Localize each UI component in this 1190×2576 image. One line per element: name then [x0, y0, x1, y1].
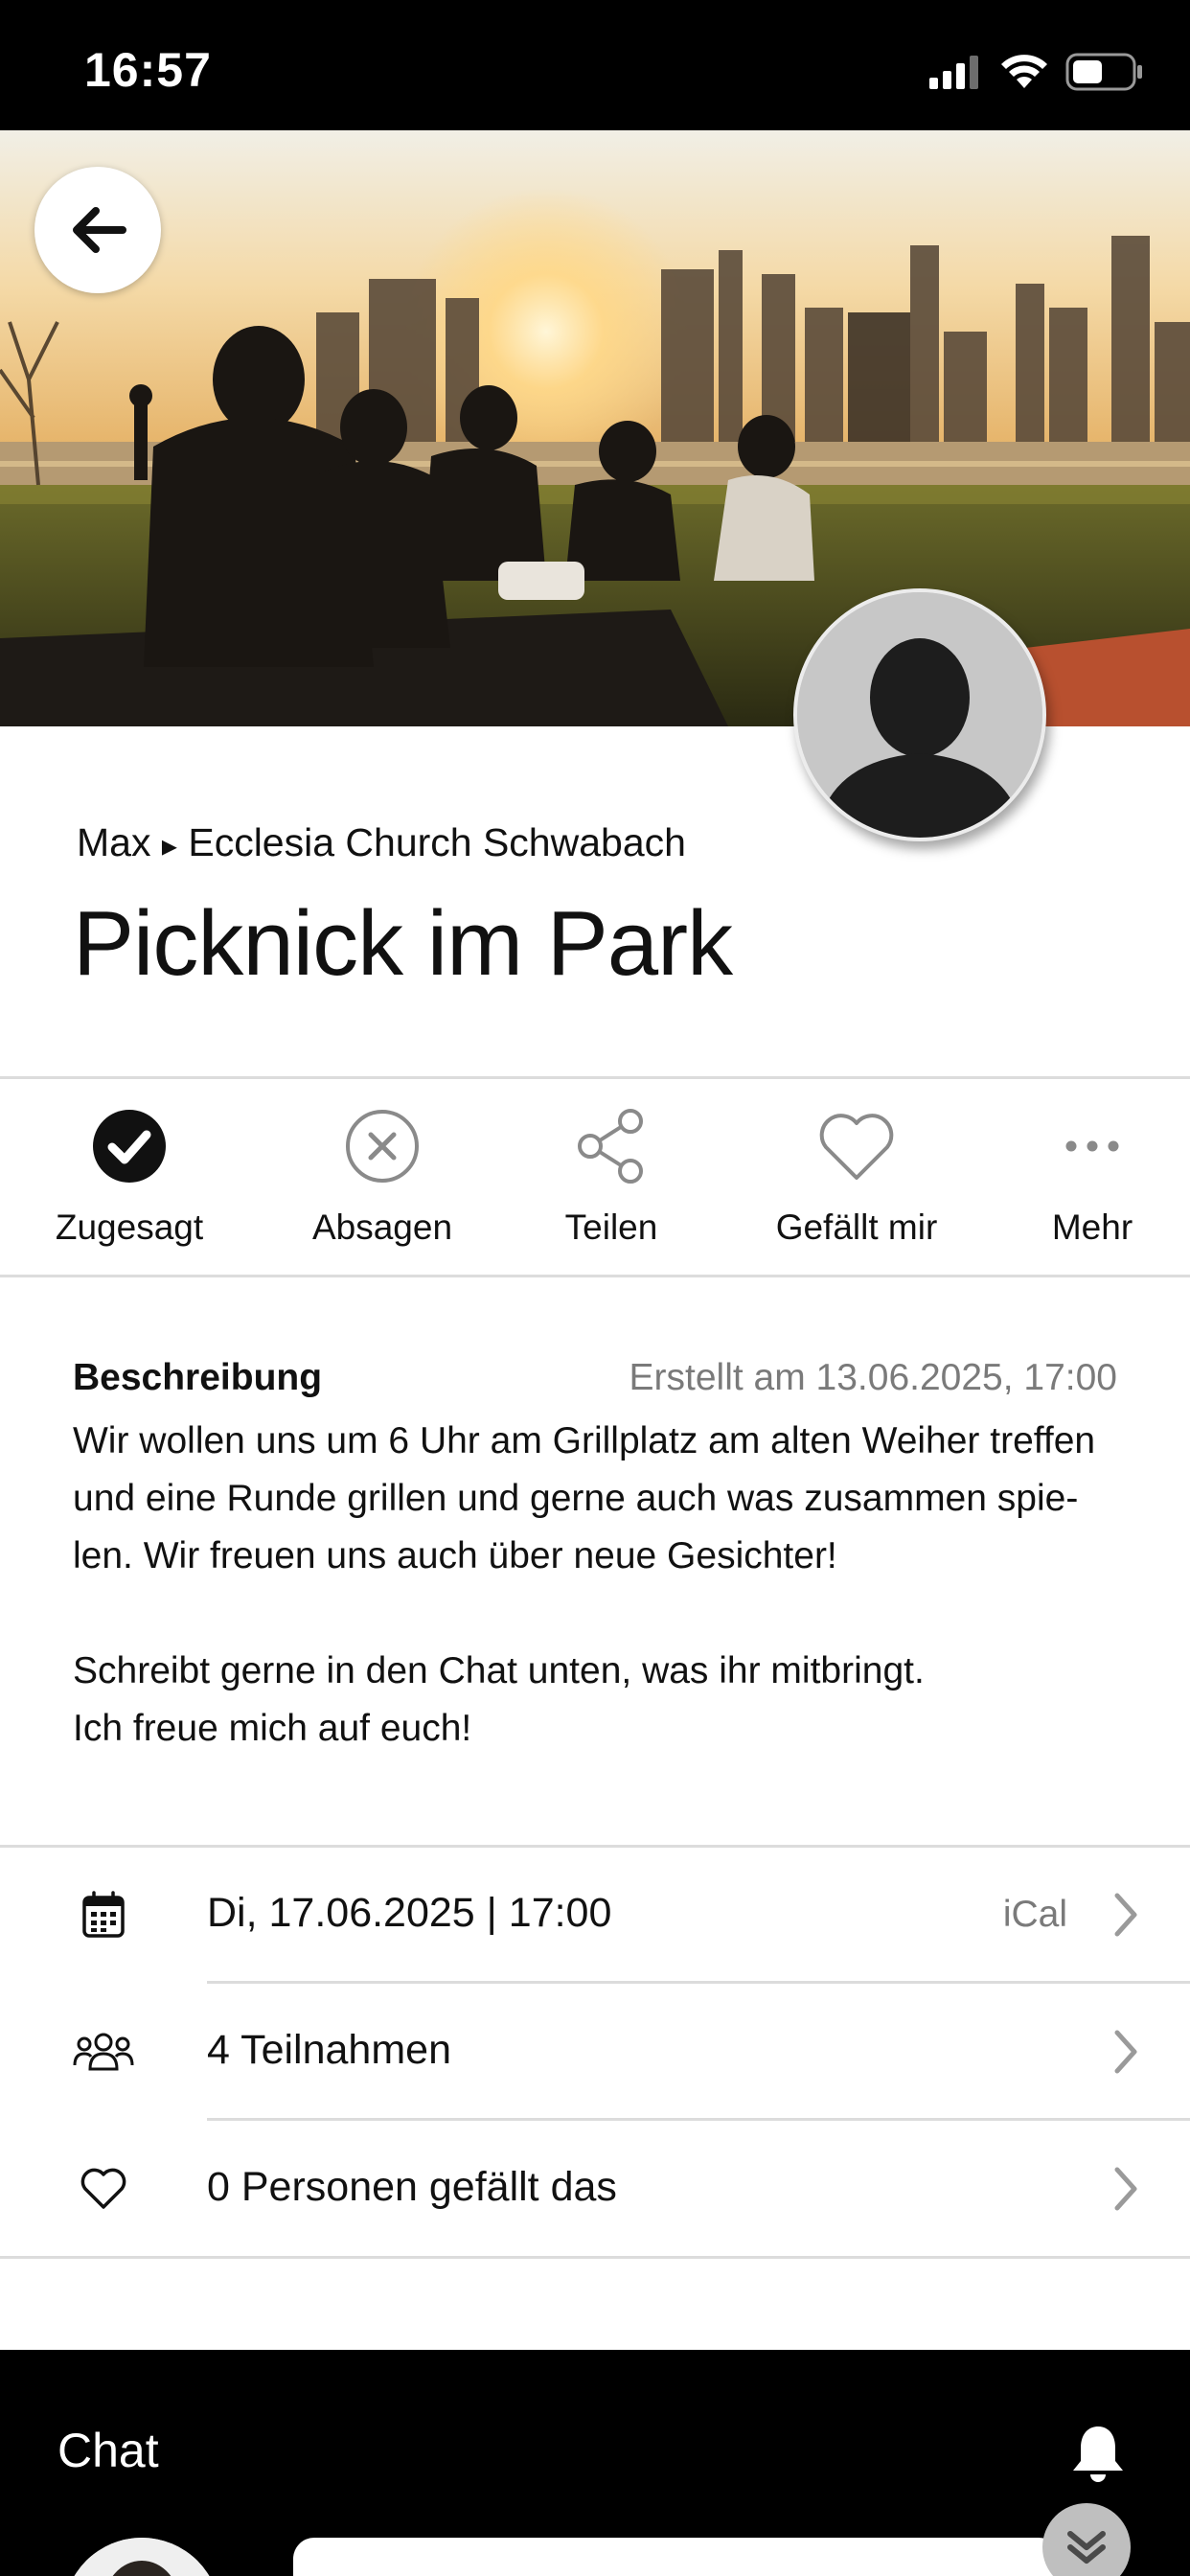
description-line: len. Wir freuen uns auch über neue Gesic… [73, 1535, 837, 1576]
breadcrumb[interactable]: Max ▸ Ecclesia Church Schwabach [77, 820, 686, 865]
divider [0, 2256, 1190, 2259]
divider [0, 1076, 1190, 1079]
heart-outline-icon [80, 2168, 126, 2209]
scroll-to-bottom-button[interactable] [1042, 2503, 1131, 2576]
bell-icon[interactable] [1069, 2423, 1127, 2484]
page-title: Picknick im Park [73, 892, 733, 995]
decline-button[interactable]: Absagen [267, 1102, 497, 1248]
chevron-right-icon [1114, 1893, 1137, 1937]
signal-icon [929, 56, 978, 89]
status-bar: 16:57 [0, 0, 1190, 130]
chat-message-bubble[interactable] [293, 2538, 1060, 2576]
description-heading: Beschreibung [73, 1357, 323, 1398]
people-icon [73, 2033, 134, 2071]
back-button[interactable] [34, 167, 161, 293]
share-icon [578, 1109, 643, 1184]
more-button[interactable]: Mehr [977, 1102, 1190, 1248]
share-label: Teilen [564, 1208, 658, 1247]
row-separator [207, 1981, 1190, 1984]
breadcrumb-author[interactable]: Max [77, 820, 150, 864]
chat-title: Chat [57, 2424, 159, 2477]
chat-message-avatar[interactable] [63, 2538, 220, 2576]
accept-button[interactable]: Zugesagt [14, 1102, 244, 1248]
divider [0, 1275, 1190, 1277]
battery-icon [1065, 53, 1142, 91]
x-circle-icon [346, 1110, 419, 1183]
ical-link[interactable]: iCal [1003, 1894, 1067, 1936]
date-row[interactable]: Di, 17.06.2025 | 17:00 iCal [0, 1848, 1190, 1982]
chevron-right-icon [1114, 2167, 1137, 2211]
status-time: 16:57 [84, 43, 212, 97]
description-line: und eine Runde grillen und gerne auch wa… [73, 1478, 1079, 1519]
arrow-left-icon [73, 207, 126, 253]
person-placeholder-icon [797, 592, 1042, 838]
event-datetime: Di, 17.06.2025 | 17:00 [207, 1890, 612, 1936]
accept-label: Zugesagt [55, 1208, 204, 1247]
more-label: Mehr [1051, 1208, 1133, 1247]
check-circle-icon [93, 1110, 166, 1183]
description-line: Wir wollen uns um 6 Uhr am Grillplatz am… [73, 1420, 1096, 1461]
share-button[interactable]: Teilen [496, 1102, 726, 1248]
status-icons [929, 48, 1144, 96]
description-line: Ich freue mich auf euch! [73, 1708, 472, 1749]
like-label: Gefällt mir [775, 1208, 938, 1247]
description-line: Schreibt gerne in den Chat unten, was ih… [73, 1650, 925, 1691]
likes-row[interactable]: 0 Personen gefällt das [0, 2122, 1190, 2256]
calendar-icon [82, 1891, 125, 1938]
description-line [73, 1585, 1127, 1643]
organizer-avatar[interactable] [793, 588, 1046, 841]
participants-row[interactable]: 4 Teilnahmen [0, 1985, 1190, 2119]
row-separator [207, 2118, 1190, 2121]
chevron-right-icon [1114, 2030, 1137, 2074]
chat-section: Chat [0, 2350, 1190, 2576]
decline-label: Absagen [311, 1208, 453, 1247]
breadcrumb-group[interactable]: Ecclesia Church Schwabach [188, 820, 686, 864]
participants-count: 4 Teilnahmen [207, 2027, 451, 2073]
wifi-icon [1001, 55, 1047, 88]
likes-count: 0 Personen gefällt das [207, 2164, 617, 2210]
breadcrumb-separator: ▸ [161, 828, 177, 862]
person-photo-icon [63, 2538, 220, 2576]
more-icon [1065, 1140, 1119, 1152]
created-date: Erstellt am 13.06.2025, 17:00 [629, 1357, 1118, 1398]
double-chevron-down-icon [1067, 2531, 1106, 2564]
like-button[interactable]: Gefällt mir [742, 1102, 972, 1248]
heart-icon [819, 1114, 894, 1180]
description-text: Wir wollen uns um 6 Uhr am Grillplatz am… [73, 1413, 1127, 1758]
